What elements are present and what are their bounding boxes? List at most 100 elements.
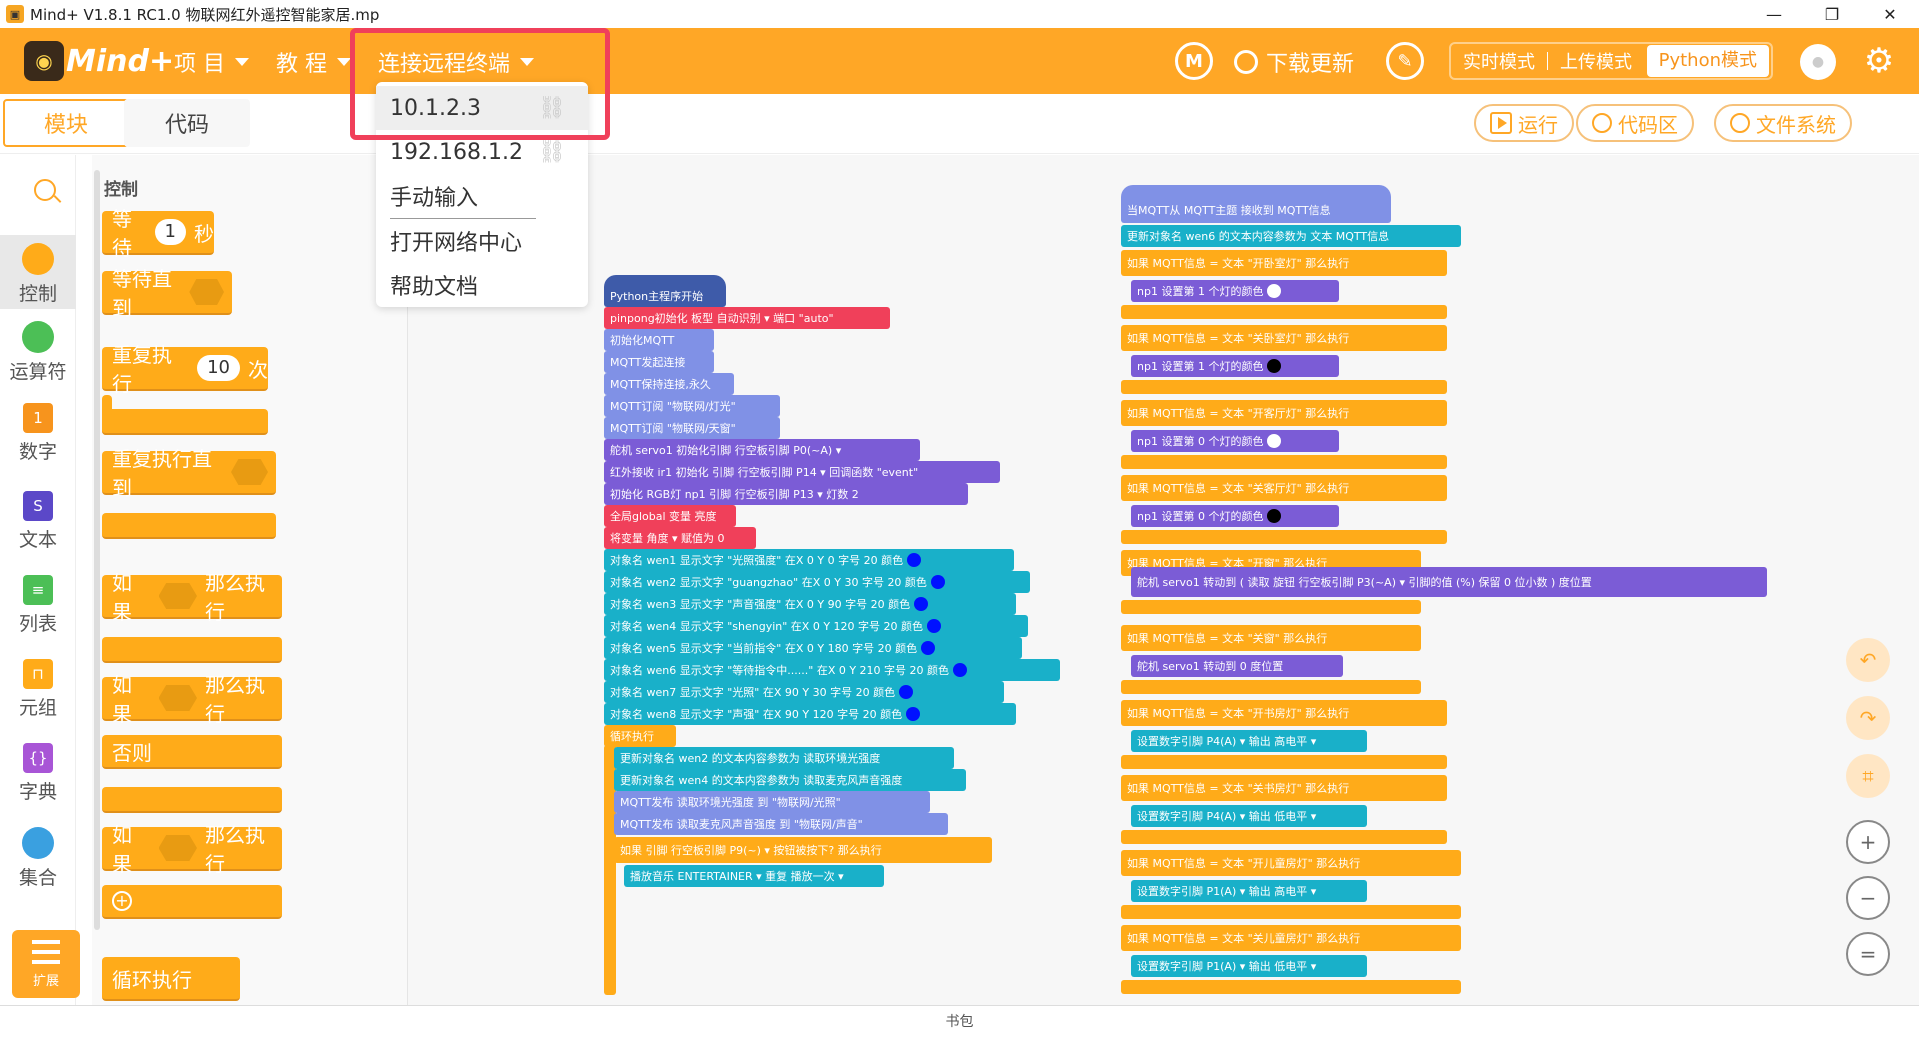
extension-button[interactable]: 扩展	[12, 930, 80, 998]
rgb-set-1-block[interactable]: np1 设置第 1 个灯的颜色	[1131, 280, 1339, 302]
text-block-7[interactable]: 对象名 wen7 显示文字 "光照" 在X 90 Y 30 字号 20 颜色	[604, 681, 1004, 703]
run-button[interactable]: 运行	[1474, 104, 1574, 142]
wait-until-block[interactable]: 等待直到	[102, 267, 232, 320]
servo-map-block[interactable]: 舵机 servo1 转动到 ( 读取 旋钮 行空板引脚 P3(~A) ▾ 引脚的…	[1131, 567, 1767, 597]
if-open-study-block[interactable]: 如果 MQTT信息 = 文本 "开书房灯" 那么执行	[1121, 700, 1447, 726]
category-operators[interactable]: 运算符	[0, 321, 76, 384]
category-dict[interactable]: {} 字典	[0, 743, 76, 804]
forever-loop-block[interactable]: 循环执行	[604, 725, 676, 747]
if-close-living-block[interactable]: 如果 MQTT信息 = 文本 "关客厅灯" 那么执行	[1121, 475, 1447, 501]
text-block-3[interactable]: 对象名 wen3 显示文字 "声音强度" 在X 0 Y 90 字号 20 颜色	[604, 593, 1016, 615]
if-open-living-block[interactable]: 如果 MQTT信息 = 文本 "开客厅灯" 那么执行	[1121, 400, 1447, 426]
text-block-1[interactable]: 对象名 wen1 显示文字 "光照强度" 在X 0 Y 0 字号 20 颜色	[604, 549, 1014, 571]
pinpong-init-block[interactable]: pinpong初始化 板型 自动识别 ▾ 端口 "auto"	[604, 307, 890, 329]
text-block-4[interactable]: 对象名 wen4 显示文字 "shengyin" 在X 0 Y 120 字号 2…	[604, 615, 1028, 637]
feedback-edit-icon[interactable]: ✎	[1386, 42, 1424, 80]
ir-init-block[interactable]: 红外接收 ir1 初始化 引脚 行空板引脚 P14 ▾ 回调函数 "event"	[604, 461, 1000, 483]
if-close-window-block[interactable]: 如果 MQTT信息 = 文本 "关窗" 那么执行	[1121, 625, 1421, 651]
pin-p1-low-block[interactable]: 设置数字引脚 P1(A) ▾ 输出 低电平 ▾	[1131, 955, 1367, 977]
play-music-block[interactable]: 播放音乐 ENTERTAINER ▾ 重复 播放一次 ▾	[624, 865, 884, 887]
zoom-in-icon[interactable]: +	[1846, 820, 1890, 864]
minimize-button[interactable]: —	[1745, 0, 1803, 28]
crop-icon[interactable]: ⌗	[1846, 754, 1890, 798]
text-block-8[interactable]: 对象名 wen8 显示文字 "声强" 在X 90 Y 120 字号 20 颜色	[604, 703, 1016, 725]
if-else-block[interactable]: 如果 那么执行	[102, 673, 282, 726]
pin-p1-high-block[interactable]: 设置数字引脚 P1(A) ▾ 输出 高电平 ▾	[1131, 880, 1367, 902]
servo-zero-block[interactable]: 舵机 servo1 转动到 0 度位置	[1131, 655, 1343, 677]
update-wen2-block[interactable]: 更新对象名 wen2 的文本内容参数为 读取环境光强度	[614, 747, 954, 769]
category-tuple[interactable]: ⊓ 元组	[0, 659, 76, 720]
repeat-block[interactable]: 重复执行 10 次	[102, 343, 268, 396]
if-then-block[interactable]: 如果 那么执行	[102, 571, 282, 624]
mqtt-publish-light-block[interactable]: MQTT发布 读取环境光强度 到 "物联网/光照"	[614, 791, 930, 813]
user-avatar[interactable]: ●	[1800, 44, 1836, 80]
if-open-kids-block[interactable]: 如果 MQTT信息 = 文本 "开儿童房灯" 那么执行	[1121, 850, 1461, 876]
category-text[interactable]: S 文本	[0, 491, 76, 552]
wait-block[interactable]: 等待 1 秒	[102, 207, 214, 260]
category-control[interactable]: 控制	[0, 235, 76, 309]
rgb-set-2-block[interactable]: np1 设置第 1 个灯的颜色	[1131, 355, 1339, 377]
redo-icon[interactable]: ↷	[1846, 696, 1890, 740]
text-block-6[interactable]: 对象名 wen6 显示文字 "等待指令中......" 在X 0 Y 210 字…	[604, 659, 1060, 681]
global-var-block[interactable]: 全局global 变量 亮度	[604, 505, 736, 527]
set-angle-block[interactable]: 将变量 角度 ▾ 赋值为 0	[604, 527, 756, 549]
menu-tutorial[interactable]: 教 程	[276, 46, 351, 78]
rgb-set-4-block[interactable]: np1 设置第 0 个灯的颜色	[1131, 505, 1339, 527]
tab-blocks[interactable]: 模块	[3, 99, 129, 147]
update-wen6-block[interactable]: 更新对象名 wen6 的文本内容参数为 文本 MQTT信息	[1121, 225, 1461, 247]
if-button-block[interactable]: 如果 引脚 行空板引脚 P9(~) ▾ 按钮被按下? 那么执行	[614, 837, 992, 863]
open-network-center-item[interactable]: 打开网络中心	[376, 219, 588, 263]
pin-p4-low-block[interactable]: 设置数字引脚 P4(A) ▾ 输出 低电平 ▾	[1131, 805, 1367, 827]
mode-switcher: 实时模式 上传模式 Python模式	[1449, 42, 1773, 80]
code-area-button[interactable]: 代码区	[1576, 104, 1694, 142]
update-wen4-block[interactable]: 更新对象名 wen4 的文本内容参数为 读取麦克风声音强度	[614, 769, 966, 791]
init-mqtt-block[interactable]: 初始化MQTT	[604, 329, 714, 351]
search-icon[interactable]	[34, 179, 56, 201]
help-docs-item[interactable]: 帮助文档	[376, 263, 588, 307]
category-list[interactable]: ≡ 列表	[0, 575, 76, 636]
python-mode-button[interactable]: Python模式	[1646, 45, 1769, 77]
close-button[interactable]: ✕	[1861, 0, 1919, 28]
backpack-bar[interactable]: 书包	[0, 1005, 1919, 1038]
mqtt-connect-block[interactable]: MQTT发起连接	[604, 351, 714, 373]
mqtt-sub-light-block[interactable]: MQTT订阅 "物联网/灯光"	[604, 395, 780, 417]
link-icon[interactable]: ⛓	[538, 140, 566, 165]
forever-block[interactable]: 循环执行	[102, 957, 240, 1001]
palette-scrollbar[interactable]	[94, 170, 100, 930]
gear-icon[interactable]: ⚙	[1860, 42, 1898, 80]
maximize-button[interactable]: ❐	[1803, 0, 1861, 28]
mind-community-icon[interactable]: M	[1175, 42, 1213, 80]
rgb-set-3-block[interactable]: np1 设置第 0 个灯的颜色	[1131, 430, 1339, 452]
pin-p4-high-block[interactable]: 设置数字引脚 P4(A) ▾ 输出 高电平 ▾	[1131, 730, 1367, 752]
rgb-init-block[interactable]: 初始化 RGB灯 np1 引脚 行空板引脚 P13 ▾ 灯数 2	[604, 483, 968, 505]
mqtt-sub-window-block[interactable]: MQTT订阅 "物联网/天窗"	[604, 417, 780, 439]
upload-mode-button[interactable]: 上传模式	[1548, 48, 1644, 74]
if-close-kids-block[interactable]: 如果 MQTT信息 = 文本 "关儿童房灯" 那么执行	[1121, 925, 1461, 951]
servo-init-block[interactable]: 舵机 servo1 初始化引脚 行空板引脚 P0(~A) ▾	[604, 439, 920, 461]
play-icon	[1490, 112, 1512, 134]
mqtt-keep-block[interactable]: MQTT保持连接,永久	[604, 373, 734, 395]
menu-project[interactable]: 项 目	[174, 46, 249, 78]
tab-code[interactable]: 代码	[124, 99, 250, 147]
file-system-button[interactable]: 文件系统	[1714, 104, 1852, 142]
mqtt-publish-sound-block[interactable]: MQTT发布 读取麦克风声音强度 到 "物联网/声音"	[614, 813, 948, 835]
category-number[interactable]: 1 数字	[0, 403, 76, 464]
zoom-out-icon[interactable]: −	[1846, 876, 1890, 920]
mindplus-logo[interactable]: ◉ Mind+	[24, 38, 174, 84]
if-close-bedroom-block[interactable]: 如果 MQTT信息 = 文本 "关卧室灯" 那么执行	[1121, 325, 1447, 351]
repeat-until-block[interactable]: 重复执行直到	[102, 447, 276, 500]
realtime-mode-button[interactable]: 实时模式	[1451, 48, 1547, 74]
if-open-bedroom-block[interactable]: 如果 MQTT信息 = 文本 "开卧室灯" 那么执行	[1121, 250, 1447, 276]
text-block-2[interactable]: 对象名 wen2 显示文字 "guangzhao" 在X 0 Y 30 字号 2…	[604, 571, 1030, 593]
python-start-block[interactable]: Python主程序开始	[604, 285, 726, 307]
add-branch[interactable]: +	[102, 885, 282, 919]
undo-icon[interactable]: ↶	[1846, 638, 1890, 682]
text-block-5[interactable]: 对象名 wen5 显示文字 "当前指令" 在X 0 Y 180 字号 20 颜色	[604, 637, 1022, 659]
if-then-block-2[interactable]: 如果 那么执行	[102, 823, 282, 876]
manual-input-item[interactable]: 手动输入	[376, 174, 588, 218]
category-set[interactable]: 集合	[0, 827, 76, 890]
zoom-reset-icon[interactable]: =	[1846, 932, 1890, 976]
mqtt-receive-block[interactable]: 当MQTT从 MQTT主题 接收到 MQTT信息	[1121, 197, 1391, 223]
download-update-button[interactable]: 下载更新	[1234, 46, 1354, 78]
if-close-study-block[interactable]: 如果 MQTT信息 = 文本 "关书房灯" 那么执行	[1121, 775, 1447, 801]
